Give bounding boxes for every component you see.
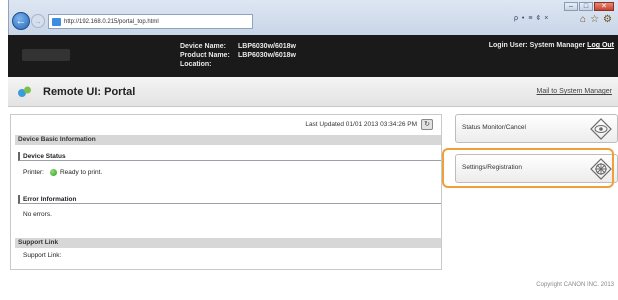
maximize-button[interactable]: □ [579,2,593,11]
error-info-header: Error Information [18,195,441,204]
support-link-header: Support Link [15,238,441,248]
device-header: Device Name: LBP6030w/6018w Product Name:… [8,35,618,77]
device-basic-info-header: Device Basic Information [15,135,441,145]
close-window-button[interactable]: ✕ [594,2,614,11]
login-info: Login User: System Manager Log Out [489,42,614,49]
minimize-button[interactable]: – [564,2,578,11]
back-button[interactable]: ← [12,12,30,30]
page-title: Remote UI: Portal [43,86,136,98]
forward-button[interactable]: → [31,14,45,28]
favorites-star-icon[interactable]: ☆ [590,14,599,25]
canon-logo [22,49,70,61]
ready-status-icon [49,169,57,176]
location-label: Location: [180,61,212,68]
device-status-header: Device Status [18,152,441,161]
settings-highlight-frame [442,148,614,188]
gear-icon[interactable]: ⚙ [603,14,612,25]
device-name-label: Device Name: [180,43,226,50]
address-tools[interactable]: ρ • ≡ ¢ × [514,15,549,22]
status-monitor-cancel-button[interactable]: Status Monitor/Cancel [455,114,618,143]
copyright-text: Copyright CANON INC. 2013 [536,282,614,288]
logout-link[interactable]: Log Out [587,42,614,49]
login-user-text: Login User: System Manager [488,42,586,49]
support-link-label: Support Link: [23,252,62,259]
home-icon[interactable]: ⌂ [580,14,586,25]
main-content: Last Updated 01/01 2013 03:34:26 PM ↻ De… [8,107,618,300]
address-url: http://192.168.0.215/portal_top.html [64,18,159,25]
window-controls: – □ ✕ [564,2,614,12]
favicon-icon [52,17,61,26]
device-info: Device Name: LBP6030w/6018w Product Name:… [180,42,296,69]
refresh-button[interactable]: ↻ [421,119,433,130]
printer-status-text: Ready to print. [59,169,103,176]
address-bar[interactable]: http://192.168.0.215/portal_top.html [48,14,253,29]
error-text: No errors. [23,211,52,218]
device-info-panel: Last Updated 01/01 2013 03:34:26 PM ↻ De… [10,114,442,270]
product-name-label: Product Name: [180,52,230,59]
eye-diamond-icon [590,118,612,140]
printer-label: Printer: [23,169,44,176]
device-name-value: LBP6030w/6018w [238,43,296,50]
portal-icon [18,86,31,97]
printer-status-row: Printer: Ready to print. [23,169,102,176]
status-monitor-label: Status Monitor/Cancel [462,124,526,131]
product-name-value: LBP6030w/6018w [238,52,296,59]
browser-toolbar: – □ ✕ ← → http://192.168.0.215/portal_to… [8,0,618,35]
mail-to-system-manager-link[interactable]: Mail to System Manager [537,88,612,95]
browser-icons: ⌂ ☆ ⚙ [580,14,612,25]
portal-title-bar: Remote UI: Portal Mail to System Manager [8,77,618,107]
last-updated-text: Last Updated 01/01 2013 03:34:26 PM [305,121,417,128]
